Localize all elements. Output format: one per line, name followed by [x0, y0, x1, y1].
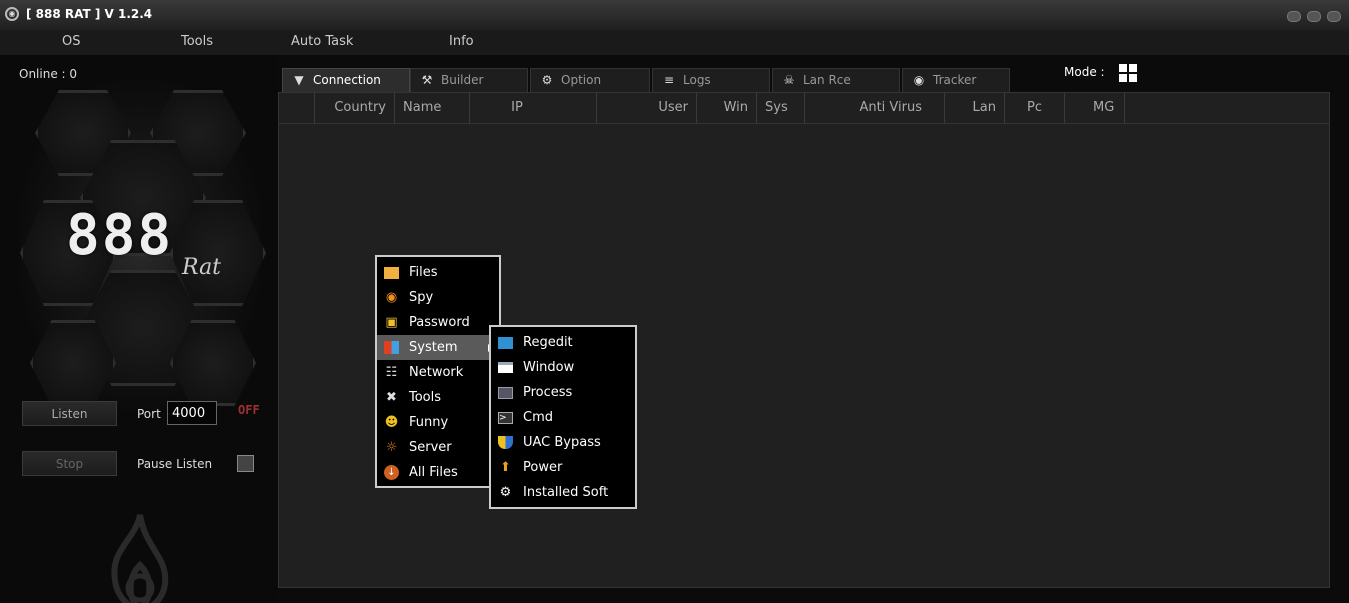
mode-label: Mode : — [1064, 65, 1105, 79]
process-icon — [498, 387, 513, 399]
close-button[interactable] — [1327, 11, 1341, 22]
tab-logs[interactable]: ≡ Logs — [652, 68, 770, 92]
port-input[interactable] — [167, 401, 217, 425]
maximize-button[interactable] — [1307, 11, 1321, 22]
minimize-button[interactable] — [1287, 11, 1301, 22]
menu-bar: OS Tools Auto Task Info — [0, 31, 1349, 55]
column-name[interactable]: Name — [395, 93, 470, 123]
column-mg[interactable]: MG — [1065, 93, 1125, 123]
window-title: [ 888 RAT ] V 1.2.4 — [26, 7, 153, 21]
menu-auto-task[interactable]: Auto Task — [291, 34, 353, 49]
column-lan[interactable]: Lan — [945, 93, 1005, 123]
logo-text: Rat — [182, 255, 222, 280]
network-icon: ☷ — [385, 365, 398, 380]
app-icon[interactable]: ◉ — [5, 7, 19, 21]
title-bar: ◉ [ 888 RAT ] V 1.2.4 — [0, 0, 1349, 32]
port-label: Port — [137, 407, 161, 421]
tab-lan-rce[interactable]: ☠ Lan Rce — [772, 68, 900, 92]
sun-icon: ☼ — [385, 440, 398, 455]
window-controls — [1287, 11, 1341, 22]
database-icon: ≡ — [663, 73, 675, 87]
submenu-item-power[interactable]: ⬆ Power — [491, 455, 635, 480]
eye-icon: ◉ — [385, 290, 398, 305]
menu-tools[interactable]: Tools — [181, 34, 213, 49]
menu-item-system[interactable]: System — [377, 335, 499, 360]
terminal-icon: > — [498, 412, 513, 424]
menu-item-files[interactable]: Files — [377, 260, 499, 285]
globe-icon: ◉ — [913, 73, 925, 87]
tools-icon: ⚒ — [421, 73, 433, 87]
flame-emblem-icon — [111, 514, 169, 603]
menu-item-server[interactable]: ☼ Server — [377, 435, 499, 460]
column-sys[interactable]: Sys — [757, 93, 805, 123]
sidebar: Online : 0 888 Rat Listen Port OFF Stop … — [0, 55, 278, 603]
column-ip[interactable]: IP — [470, 93, 597, 123]
menu-info[interactable]: Info — [449, 34, 474, 49]
skull-icon: ☠ — [783, 73, 795, 87]
column-anti-virus[interactable]: Anti Virus — [805, 93, 945, 123]
menu-item-password[interactable]: ▣ Password — [377, 310, 499, 335]
context-menu: Files ◉ Spy ▣ Password System ☷ Network ✖ To… — [375, 255, 501, 488]
column-user[interactable]: User — [597, 93, 697, 123]
submenu-item-uac-bypass[interactable]: UAC Bypass — [491, 430, 635, 455]
table-header: Country Name IP User Win Sys Anti Virus … — [279, 93, 1329, 124]
tab-bar: ▼ Connection ⚒ Builder ⚙ Option ≡ Logs ☠ Lan … — [278, 68, 1349, 92]
status-indicator: OFF — [238, 403, 260, 417]
submenu-item-window[interactable]: Window — [491, 355, 635, 380]
submenu-item-regedit[interactable]: Regedit — [491, 330, 635, 355]
windows-icon — [384, 341, 399, 354]
online-count: Online : 0 — [19, 67, 78, 81]
download-icon: ↓ — [384, 465, 399, 480]
windows-icon[interactable] — [1119, 64, 1137, 82]
column-pc[interactable]: Pc — [1005, 93, 1065, 123]
pause-listen-checkbox[interactable] — [237, 455, 254, 472]
submenu-item-cmd[interactable]: > Cmd — [491, 405, 635, 430]
stop-button[interactable]: Stop — [22, 451, 117, 476]
smiley-icon: ☻ — [384, 415, 399, 430]
pause-listen-label: Pause Listen — [137, 457, 213, 471]
listen-button[interactable]: Listen — [22, 401, 117, 426]
column-win[interactable]: Win — [697, 93, 757, 123]
system-submenu: Regedit Window Process > Cmd UAC Bypass ⬆… — [489, 325, 637, 509]
shield-icon — [498, 436, 513, 449]
lock-icon: ▣ — [385, 315, 398, 330]
folder-icon — [384, 267, 399, 279]
tab-connection[interactable]: ▼ Connection — [282, 68, 410, 92]
menu-item-all-files[interactable]: ↓ All Files — [377, 460, 499, 485]
menu-item-spy[interactable]: ◉ Spy — [377, 285, 499, 310]
column-country[interactable]: Country — [315, 93, 395, 123]
lightning-icon: ⬆ — [500, 460, 511, 475]
registry-icon — [498, 337, 513, 349]
gear-icon: ⚙ — [499, 485, 512, 500]
tools-icon: ✖ — [386, 390, 397, 405]
gear-icon: ⚙ — [541, 73, 553, 87]
column-select — [279, 93, 315, 123]
menu-item-tools[interactable]: ✖ Tools — [377, 385, 499, 410]
plug-icon: ▼ — [294, 73, 304, 87]
menu-item-network[interactable]: ☷ Network — [377, 360, 499, 385]
logo-number: 888 — [66, 203, 174, 268]
tab-option[interactable]: ⚙ Option — [530, 68, 650, 92]
submenu-item-installed-soft[interactable]: ⚙ Installed Soft — [491, 480, 635, 505]
submenu-item-process[interactable]: Process — [491, 380, 635, 405]
menu-item-funny[interactable]: ☻ Funny — [377, 410, 499, 435]
tab-builder[interactable]: ⚒ Builder — [410, 68, 528, 92]
tab-tracker[interactable]: ◉ Tracker — [902, 68, 1010, 92]
menu-os[interactable]: OS — [62, 34, 80, 49]
window-icon — [498, 362, 513, 373]
